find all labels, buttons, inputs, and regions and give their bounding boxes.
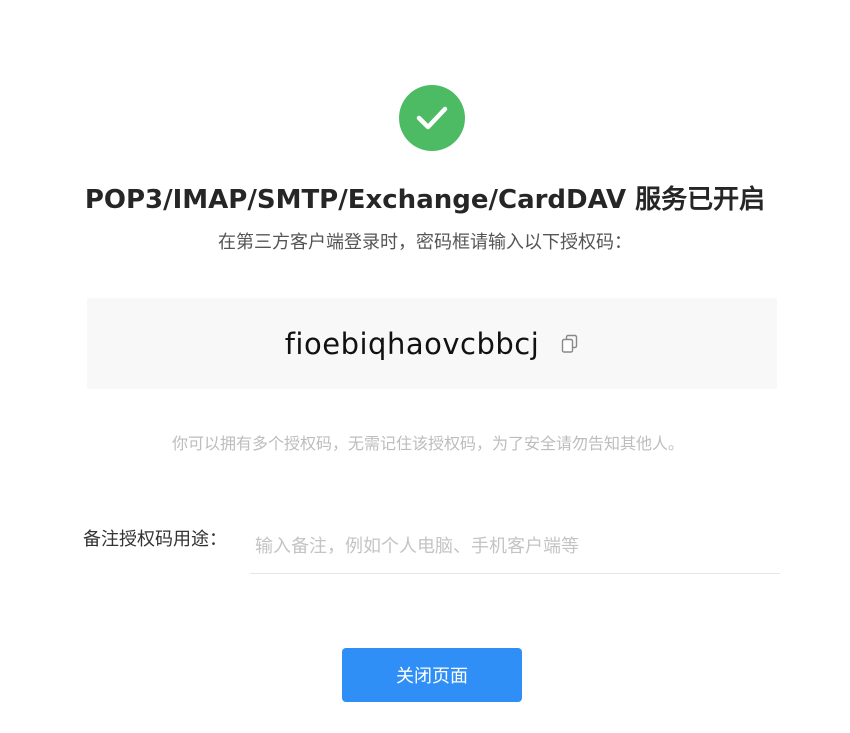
auth-code-panel: fioebiqhaovcbbcj: [87, 298, 777, 389]
page-title: POP3/IMAP/SMTP/Exchange/CardDAV 服务已开启: [84, 185, 766, 215]
copy-icon[interactable]: [561, 334, 579, 354]
instruction-text: 在第三方客户端登录时，密码框请输入以下授权码：: [218, 232, 632, 253]
close-page-button[interactable]: 关闭页面: [342, 648, 522, 702]
security-hint: 你可以拥有多个授权码，无需记住该授权码，为了安全请勿告知其他人。: [171, 434, 684, 453]
note-input[interactable]: [250, 520, 780, 574]
auth-code-value[interactable]: fioebiqhaovcbbcj: [285, 324, 540, 364]
success-check-icon: [399, 85, 465, 151]
note-label: 备注授权码用途：: [83, 529, 227, 550]
